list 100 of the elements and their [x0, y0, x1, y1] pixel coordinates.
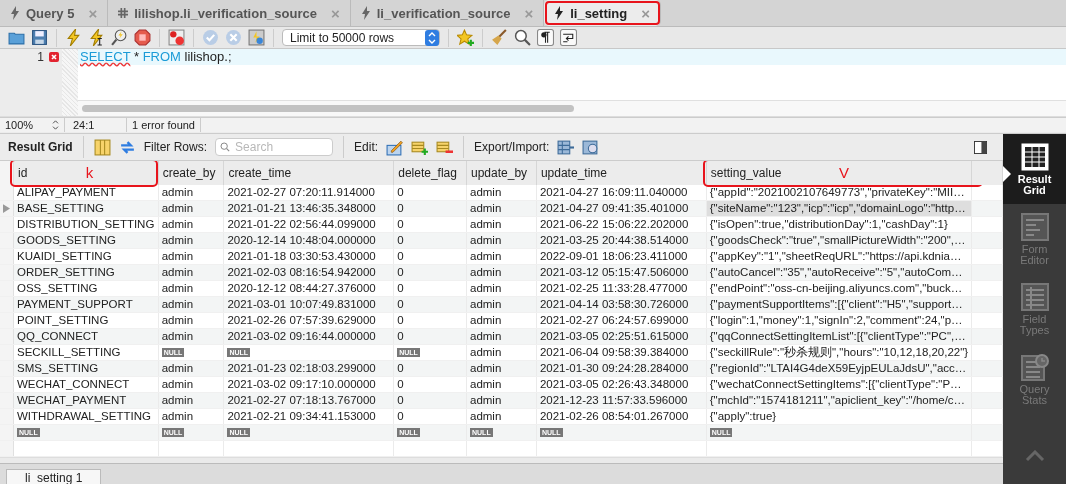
table-row[interactable]: WECHAT_PAYMENT admin 2021-02-27 07:18:13.767000 0 admin 2021-12-23 11:57:33.596000 {"mchId":"1574181211","apiclient_key":"/home/c… — [0, 392, 1003, 409]
limit-select[interactable]: Limit to 50000 rows — [282, 29, 440, 46]
table-cell: 2021-06-04 09:58:39.384000 — [536, 344, 707, 361]
import-icon[interactable] — [582, 138, 600, 156]
search-icon — [220, 142, 231, 152]
cancel-icon[interactable] — [225, 29, 242, 46]
column-header[interactable]: create_time — [223, 161, 394, 185]
table-row[interactable]: GOODS_SETTING admin 2020-12-14 10:48:04.000000 0 admin 2021-03-25 20:44:38.514000 {"goodsCheck":"true","smallPictureWidth":"200",… — [0, 232, 1003, 249]
export-label: Export/Import: — [474, 140, 550, 154]
pilcrow-icon[interactable] — [537, 29, 554, 46]
table-cell: {"endPoint":"oss-cn-beijing.aliyuncs.com","buck… — [706, 280, 972, 297]
selection-pointer — [1003, 166, 1011, 182]
table-cell: {"appId":"2021002107649773","privateKey":"MII… — [706, 185, 972, 201]
table-cell: DISTRIBUTION_SETTING — [13, 216, 159, 233]
annotation-letter: V — [839, 164, 849, 181]
table-cell: admin — [158, 248, 224, 265]
lightning-icon[interactable] — [65, 29, 82, 46]
wrap-icon[interactable] — [560, 29, 577, 46]
column-header[interactable]: update_time — [536, 161, 707, 185]
error-toggle-icon[interactable] — [168, 29, 185, 46]
result-tab[interactable]: li_setting 1 — [6, 469, 102, 484]
table-cell: POINT_SETTING — [13, 312, 159, 329]
lightning-icon — [360, 6, 371, 20]
panel-toggle-icon[interactable] — [974, 140, 987, 154]
table-cell: admin — [466, 185, 537, 201]
save-icon[interactable] — [31, 29, 48, 46]
table-cell: 2021-02-26 08:54:01.267000 — [536, 408, 707, 425]
lightning-icon — [554, 6, 565, 20]
table-cell: 2022-09-01 18:06:23.411000 — [536, 248, 707, 265]
table-cell: admin — [466, 408, 537, 425]
check-icon[interactable] — [202, 29, 219, 46]
table-row[interactable]: OSS_SETTING admin 2020-12-12 08:44:27.376000 0 admin 2021-02-25 11:33:28.477000 {"endPoint":"oss-cn-beijing.aliyuncs.com","buck… — [0, 280, 1003, 297]
sql-editor[interactable]: 1 SELECT * FROM lilishop.; — [0, 49, 1066, 117]
result-grid-label: Result Grid — [8, 140, 73, 154]
cursor-position: 24:1 — [65, 118, 127, 132]
table-cell: OSS_SETTING — [13, 280, 159, 297]
table-cell: 2021-03-02 09:17:10.000000 — [223, 376, 394, 393]
annotation-letter: k — [85, 164, 94, 181]
table-cell: 2021-02-27 06:24:57.699000 — [536, 312, 707, 329]
table-cell: WITHDRAWAL_SETTING — [13, 408, 159, 425]
hash-icon — [118, 6, 129, 20]
lightning-cursor-icon[interactable] — [88, 29, 105, 46]
table-cell: WECHAT_CONNECT — [13, 376, 159, 393]
fold-margin — [62, 49, 78, 116]
table-cell: admin — [466, 216, 537, 233]
export-icon[interactable] — [557, 138, 575, 156]
table-cell: 0 — [393, 216, 467, 233]
table-cell: 2021-02-25 11:33:28.477000 — [536, 280, 707, 297]
search-icon[interactable] — [514, 29, 531, 46]
broom-icon[interactable] — [491, 29, 508, 46]
table-row[interactable]: ORDER_SETTING admin 2021-02-03 08:16:54.942000 0 admin 2021-03-12 05:15:47.506000 {"autoCancel":"35","autoReceive":"5","autoCom… — [0, 264, 1003, 281]
edit-pencil-icon[interactable] — [386, 138, 404, 156]
table-cell: admin — [466, 376, 537, 393]
form-icon — [1019, 212, 1050, 242]
table-cell: 2021-01-22 02:56:44.099000 — [223, 216, 394, 233]
column-header[interactable]: id k — [13, 161, 159, 185]
column-header[interactable]: update_by — [466, 161, 537, 185]
table-row[interactable]: PAYMENT_SUPPORT admin 2021-03-01 10:07:49.831000 0 admin 2021-04-14 03:58:30.726000 {"paymentSupportItems":[{"client":"H5","support… — [0, 296, 1003, 313]
stop-icon[interactable] — [134, 29, 151, 46]
chevron-up-icon[interactable] — [1024, 450, 1045, 462]
table-row[interactable]: POINT_SETTING admin 2021-02-26 07:57:39.629000 0 admin 2021-02-27 06:24:57.699000 {"login":1,"money":1,"signIn":2,"comment":24,"p… — [0, 312, 1003, 329]
table-row[interactable]: QQ_CONNECT admin 2021-03-02 09:16:44.000000 0 admin 2021-03-05 02:25:51.615000 {"qqConnectSettingItemList":[{"clientType":"PC",… — [0, 328, 1003, 345]
table-row[interactable]: SMS_SETTING admin 2021-01-23 02:18:03.299000 0 admin 2021-01-30 09:24:28.284000 {"regionId":"LTAI4G4deX59EyjpEULaJdsU","acc… — [0, 360, 1003, 377]
table-row[interactable]: DISTRIBUTION_SETTING admin 2021-01-22 02:56:44.099000 0 admin 2021-06-22 15:06:22.202000 {"isOpen":true,"distributionDay":1,"cashDay":1} — [0, 216, 1003, 233]
table-cell: 0 — [393, 376, 467, 393]
table-cell: admin — [158, 216, 224, 233]
edit-label: Edit: — [354, 140, 379, 154]
search-field[interactable]: Search — [215, 138, 334, 156]
autocommit-icon[interactable] — [248, 29, 265, 46]
grid-icon — [1019, 142, 1050, 172]
column-header[interactable]: delete_flag — [393, 161, 467, 185]
table-cell: admin — [466, 280, 537, 297]
table-cell: 2021-02-21 09:34:41.153000 — [223, 408, 394, 425]
table-cell: admin — [466, 312, 537, 329]
table-cell: KUAIDI_SETTING — [13, 248, 159, 265]
stepper-icon — [52, 120, 59, 130]
star-plus-icon[interactable] — [457, 29, 474, 46]
table-cell: {"login":1,"money":1,"signIn":2,"comment":24,"p… — [706, 312, 972, 329]
column-header[interactable]: create_by — [158, 161, 224, 185]
table-cell: {"seckillRule":"秒杀规则","hours":"10,12,18,20,22"} — [706, 344, 972, 361]
table-row[interactable]: WECHAT_CONNECT admin 2021-03-02 09:17:10.000000 0 admin 2021-03-05 02:26:43.348000 {"wechatConnectSettingItems":[{"clientType":"P… — [0, 376, 1003, 393]
table-row[interactable]: BASE_SETTING admin 2021-01-21 13:46:35.348000 0 admin 2021-04-27 09:41:35.401000 {"siteName":"123","icp":"icp","domainLogo":"http… — [0, 200, 1003, 217]
table-row[interactable]: WITHDRAWAL_SETTING admin 2021-02-21 09:34:41.153000 0 admin 2021-02-26 08:54:01.267000 {"apply":true} — [0, 408, 1003, 425]
horizontal-scrollbar[interactable] — [0, 457, 1003, 463]
scrollbar-thumb[interactable] — [82, 105, 574, 112]
magnifier-lightning-icon[interactable] — [111, 29, 128, 46]
columns-icon[interactable] — [93, 138, 111, 156]
side-panel-button[interactable]: Result Grid — [1003, 134, 1066, 204]
table-row[interactable]: KUAIDI_SETTING admin 2021-01-18 03:30:53.430000 0 admin 2022-09-01 18:06:23.411000 {"appKey":"1","sheetReqURL":"https://api.kdnia… — [0, 248, 1003, 265]
table-cell: {"apply":true} — [706, 408, 972, 425]
row-header[interactable] — [0, 185, 14, 201]
table-cell: admin — [158, 376, 224, 393]
table-cell: 2021-02-27 07:20:11.914000 — [223, 185, 394, 201]
table-cell: 0 — [393, 248, 467, 265]
stepper-icon — [425, 29, 439, 46]
table-cell: 2021-04-27 16:09:11.040000 — [536, 185, 707, 201]
zoom-level[interactable]: 100% — [0, 118, 65, 132]
table-row[interactable]: ALIPAY_PAYMENT admin 2021-02-27 07:20:11.914000 0 admin 2021-04-27 16:09:11.040000 {"appId":"2021002107649773","privateKey":"MII… — [0, 185, 1003, 201]
query-tab[interactable]: li_setting × — [544, 0, 661, 26]
tab-label: lilishop.li_verification_source — [134, 5, 317, 21]
